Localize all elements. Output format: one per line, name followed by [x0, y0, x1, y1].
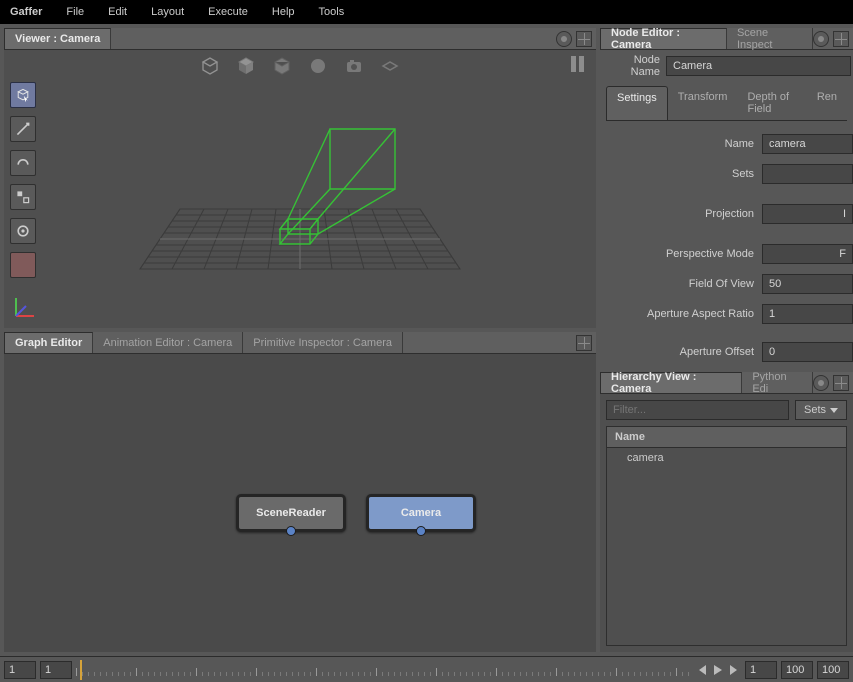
node-editor-layout-icon[interactable] [833, 31, 849, 47]
node-scene-reader[interactable]: SceneReader [236, 494, 346, 532]
aperture-ar-field-label: Aperture Aspect Ratio [600, 308, 760, 320]
hierarchy-tab[interactable]: Hierarchy View : Camera [600, 372, 742, 393]
menu-execute[interactable]: Execute [208, 6, 248, 18]
timeline-start-range-input[interactable] [40, 661, 72, 679]
menu-bar: Gaffer File Edit Layout Execute Help Too… [0, 0, 853, 24]
pause-icon[interactable] [571, 56, 584, 72]
app-title: Gaffer [10, 6, 42, 18]
node-output-port[interactable] [416, 526, 426, 536]
python-editor-tab[interactable]: Python Edi [742, 372, 813, 393]
viewer-pin-icon[interactable] [556, 31, 572, 47]
skip-start-icon[interactable] [695, 663, 709, 677]
viewer-tool-column [10, 82, 36, 278]
camera-icon[interactable] [344, 56, 364, 76]
select-tool[interactable] [10, 82, 36, 108]
viewport-3d[interactable] [4, 50, 596, 328]
hierarchy-row-camera[interactable]: camera [607, 448, 846, 468]
animation-editor-tab[interactable]: Animation Editor : Camera [93, 332, 243, 353]
graph-layout-icon[interactable] [576, 335, 592, 351]
hierarchy-panel: Hierarchy View : Camera Python Edi Sets [600, 372, 853, 652]
timeline [0, 656, 853, 682]
rotate-tool[interactable] [10, 150, 36, 176]
name-field-label: Name [600, 138, 760, 150]
node-name-input[interactable] [666, 56, 851, 76]
translate-tool[interactable] [10, 116, 36, 142]
scene-inspector-tab[interactable]: Scene Inspect [727, 28, 813, 49]
graph-editor-panel: Graph Editor Animation Editor : Camera P… [4, 332, 596, 652]
wireframe-icon[interactable] [200, 56, 220, 76]
timeline-end-input[interactable] [817, 661, 849, 679]
hierarchy-layout-icon[interactable] [833, 375, 849, 391]
depth-of-field-tab[interactable]: Depth of Field [737, 86, 806, 120]
fov-field-label: Field Of View [600, 278, 760, 290]
viewer-tab[interactable]: Viewer : Camera [4, 28, 111, 49]
menu-edit[interactable]: Edit [108, 6, 127, 18]
node-camera[interactable]: Camera [366, 494, 476, 532]
menu-tools[interactable]: Tools [319, 6, 345, 18]
node-editor-pin-icon[interactable] [813, 31, 829, 47]
node-editor-tab[interactable]: Node Editor : Camera [600, 28, 727, 49]
viewer-display-toolbar [200, 56, 400, 76]
projection-field[interactable] [762, 204, 853, 224]
primitive-inspector-tab[interactable]: Primitive Inspector : Camera [243, 332, 403, 353]
camera-tool[interactable] [10, 218, 36, 244]
axis-gizmo-icon [12, 292, 40, 320]
hierarchy-sets-label: Sets [804, 404, 826, 416]
expand-icon[interactable] [380, 56, 400, 76]
render-tab[interactable]: Ren [807, 86, 847, 120]
settings-tab[interactable]: Settings [606, 86, 668, 120]
hierarchy-filter-input[interactable] [606, 400, 789, 420]
perspective-mode-field-label: Perspective Mode [600, 248, 760, 260]
timeline-track[interactable] [76, 660, 691, 680]
perspective-mode-field[interactable] [762, 244, 853, 264]
timeline-end-range-input[interactable] [781, 661, 813, 679]
skip-end-icon[interactable] [727, 663, 741, 677]
menu-layout[interactable]: Layout [151, 6, 184, 18]
timeline-playhead[interactable] [80, 660, 82, 680]
fov-field[interactable] [762, 274, 853, 294]
node-editor-panel: Node Editor : Camera Scene Inspect Node … [600, 28, 853, 368]
name-field[interactable] [762, 134, 853, 154]
aperture-offset-field[interactable] [762, 342, 853, 362]
aperture-ar-field[interactable] [762, 304, 853, 324]
node-scene-reader-label: SceneReader [256, 507, 326, 519]
menu-file[interactable]: File [66, 6, 84, 18]
shaded-icon[interactable] [236, 56, 256, 76]
graph-canvas[interactable]: SceneReader Camera [4, 354, 596, 652]
crop-tool[interactable] [10, 252, 36, 278]
aperture-offset-field-label: Aperture Offset [600, 346, 760, 358]
node-name-label: Node Name [602, 54, 660, 78]
hierarchy-sets-dropdown[interactable]: Sets [795, 400, 847, 420]
viewer-layout-icon[interactable] [576, 31, 592, 47]
menu-help[interactable]: Help [272, 6, 295, 18]
play-icon[interactable] [711, 663, 725, 677]
sets-field[interactable] [762, 164, 853, 184]
timeline-current-input[interactable] [745, 661, 777, 679]
timeline-start-input[interactable] [4, 661, 36, 679]
viewer-panel: Viewer : Camera [4, 28, 596, 328]
solid-icon[interactable] [272, 56, 292, 76]
chevron-down-icon [830, 408, 838, 413]
node-camera-label: Camera [401, 507, 441, 519]
hierarchy-header-name[interactable]: Name [607, 427, 846, 448]
transform-tab[interactable]: Transform [668, 86, 738, 120]
sets-field-label: Sets [600, 168, 760, 180]
scale-tool[interactable] [10, 184, 36, 210]
projection-field-label: Projection [600, 208, 760, 220]
node-output-port[interactable] [286, 526, 296, 536]
graph-editor-tab[interactable]: Graph Editor [4, 332, 93, 353]
texture-icon[interactable] [308, 56, 328, 76]
hierarchy-pin-icon[interactable] [813, 375, 829, 391]
